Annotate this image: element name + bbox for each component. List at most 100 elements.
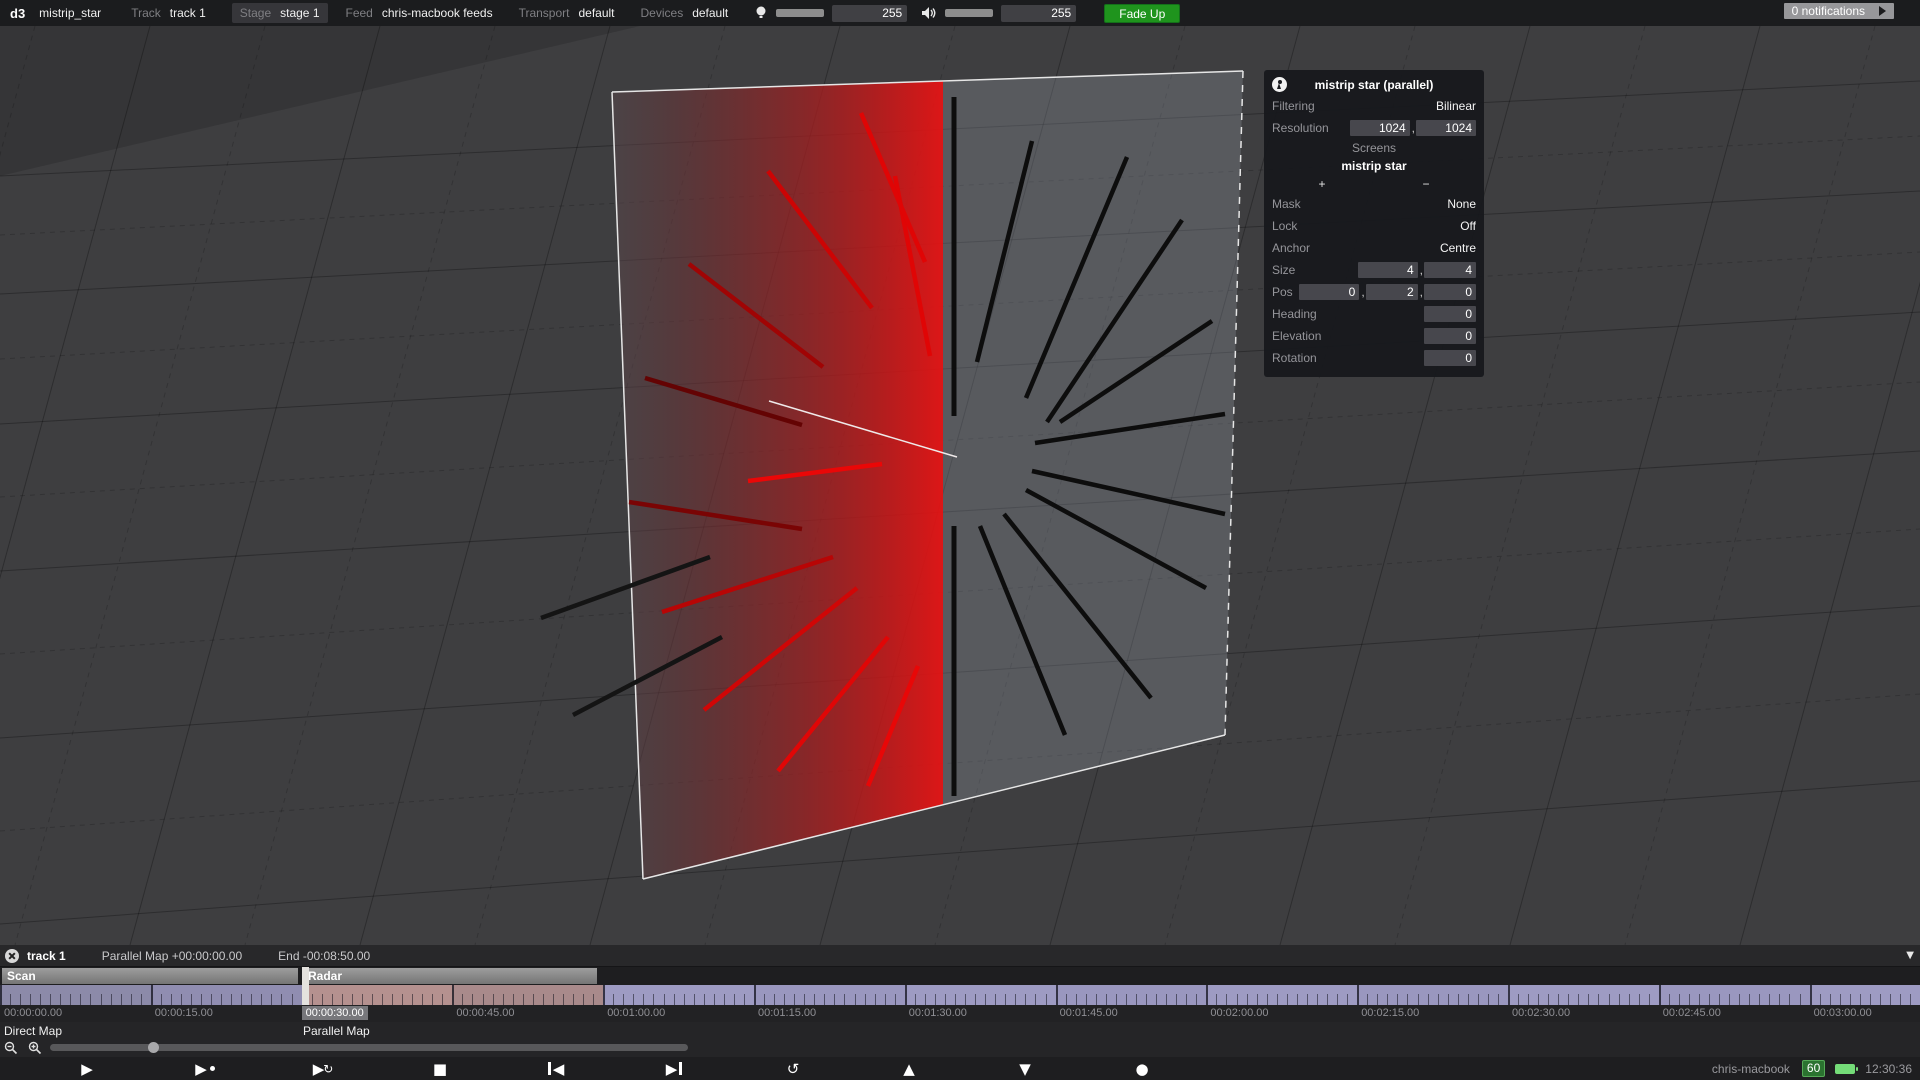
timecode-label: 00:00:15.00	[154, 1007, 213, 1019]
timeline-scrollbar[interactable]	[50, 1042, 688, 1053]
ruler-segment[interactable]	[1357, 985, 1508, 1005]
elevation-row: Elevation 0	[1270, 325, 1478, 347]
track-name[interactable]: track 1	[27, 949, 66, 963]
timecode-label: 00:02:15.00	[1361, 1007, 1420, 1019]
transport-arrow-up-button[interactable]: ▲	[892, 1057, 926, 1080]
parallel-map-layer[interactable]: Parallel Map	[303, 1024, 370, 1038]
elevation-field[interactable]: 0	[1424, 328, 1476, 344]
screen-inspector-panel: mistrip star (parallel) Filtering Biline…	[1264, 70, 1484, 377]
transport-play-button[interactable]: ▶	[70, 1057, 104, 1080]
size-y-field[interactable]: 4	[1424, 262, 1476, 278]
notifications-play-icon	[1879, 6, 1886, 16]
time-ruler[interactable]	[0, 985, 1920, 1005]
fps-badge: 60	[1801, 1060, 1826, 1077]
zoom-in-icon[interactable]	[28, 1041, 42, 1055]
menu-feed[interactable]: Feed chris-macbook feeds	[346, 6, 493, 20]
pos-row: Pos 0, 2, 0	[1270, 281, 1478, 303]
inspector-title[interactable]: mistrip star (parallel)	[1315, 78, 1434, 92]
menu-feed-value: chris-macbook feeds	[381, 6, 493, 20]
transport-record-button[interactable]: ●	[1125, 1057, 1159, 1080]
anchor-value[interactable]: Centre	[1440, 241, 1476, 255]
playhead[interactable]	[301, 967, 309, 1005]
ruler-segment[interactable]	[452, 985, 604, 1005]
timecode-label: 00:01:15.00	[758, 1007, 817, 1019]
ruler-segment[interactable]	[1508, 985, 1659, 1005]
clock: 12:30:36	[1865, 1061, 1912, 1076]
rotation-field[interactable]: 0	[1424, 350, 1476, 366]
heading-field[interactable]: 0	[1424, 306, 1476, 322]
menu-track[interactable]: Track track 1	[131, 6, 206, 20]
direct-map-layer[interactable]: Direct Map	[4, 1024, 62, 1038]
ruler-segment[interactable]	[301, 985, 453, 1005]
transport-previous-section-button[interactable]: ◀	[539, 1057, 573, 1080]
menu-devices[interactable]: Devices default	[641, 6, 729, 20]
filtering-value[interactable]: Bilinear	[1436, 99, 1476, 113]
filtering-row: Filtering Bilinear	[1270, 95, 1478, 117]
timecode-label: 00:00:30.00	[301, 1006, 368, 1020]
timecode-label: 00:03:00.00	[1813, 1007, 1872, 1019]
mask-value[interactable]: None	[1447, 197, 1476, 211]
ruler-segment[interactable]	[0, 985, 151, 1005]
d3-logo[interactable]: d3	[10, 6, 25, 21]
ruler-segment[interactable]	[150, 985, 302, 1005]
size-row: Size 4, 4	[1270, 259, 1478, 281]
resolution-row: Resolution 1024, 1024	[1270, 117, 1478, 139]
screen-name-item[interactable]: mistrip star	[1270, 157, 1478, 175]
size-x-field[interactable]: 4	[1357, 262, 1418, 278]
close-track-icon[interactable]	[5, 948, 19, 963]
transport-arrow-down-button[interactable]: ▼	[1008, 1057, 1042, 1080]
stage-viewport[interactable]	[0, 26, 1920, 945]
menu-devices-label: Devices	[640, 6, 684, 20]
remove-screen-button[interactable]: −	[1411, 175, 1441, 193]
transport-loop-play-button[interactable]: ▶ ↻	[306, 1057, 340, 1080]
ruler-segment[interactable]	[1809, 985, 1920, 1005]
menu-transport[interactable]: Transport default	[519, 6, 615, 20]
pos-x-field[interactable]: 0	[1299, 284, 1360, 300]
resolution-x-field[interactable]: 1024	[1349, 120, 1410, 136]
add-screen-button[interactable]: +	[1307, 175, 1337, 193]
ruler-segment[interactable]	[603, 985, 754, 1005]
ruler-segment[interactable]	[754, 985, 905, 1005]
pos-z-field[interactable]: 0	[1424, 284, 1476, 300]
volume-value[interactable]: 255	[1001, 4, 1077, 22]
keyhole-icon[interactable]	[1272, 77, 1287, 92]
section-scan[interactable]: Scan	[2, 968, 298, 984]
brightness-slider[interactable]	[776, 9, 825, 17]
scrollbar-handle[interactable]	[148, 1042, 159, 1053]
project-name[interactable]: mistrip_star	[39, 6, 101, 20]
ruler-segment[interactable]	[1206, 985, 1358, 1005]
rotation-label: Rotation	[1272, 351, 1317, 365]
mask-label: Mask	[1272, 197, 1301, 211]
machine-name: chris-macbook	[1711, 1061, 1790, 1076]
map-layers-row: Direct Map Parallel Map	[0, 1022, 1920, 1040]
ruler-segment[interactable]	[904, 985, 1056, 1005]
screen-red-gradient	[612, 81, 943, 879]
zoom-out-icon[interactable]	[4, 1041, 18, 1055]
transport-next-section-button[interactable]: ▶	[657, 1057, 691, 1080]
transport-play-section-button[interactable]: ▶	[188, 1057, 222, 1080]
fade-up-button[interactable]: Fade Up	[1104, 3, 1181, 23]
lock-value[interactable]: Off	[1460, 219, 1476, 233]
track-collapse-icon[interactable]: ▼	[1906, 950, 1914, 961]
heading-row: Heading 0	[1270, 303, 1478, 325]
resolution-y-field[interactable]: 1024	[1416, 120, 1476, 136]
section-radar[interactable]: Radar	[303, 968, 597, 984]
pos-y-field[interactable]: 2	[1365, 284, 1418, 300]
rotation-row: Rotation 0	[1270, 347, 1478, 369]
heading-label: Heading	[1272, 307, 1317, 321]
ruler-segment[interactable]	[1658, 985, 1810, 1005]
timecode-label: 00:01:30.00	[908, 1007, 967, 1019]
notifications-button[interactable]: 0 notifications	[1783, 3, 1894, 19]
menu-stage[interactable]: Stage stage 1	[231, 3, 328, 23]
timeline-zoom-row	[0, 1040, 1920, 1056]
timeline-area: track 1 Parallel Map +00:00:00.00 End -0…	[0, 945, 1920, 1080]
elevation-label: Elevation	[1272, 329, 1322, 343]
screens-header: Screens	[1351, 141, 1397, 155]
transport-stop-button[interactable]: ■	[423, 1057, 457, 1080]
brightness-value[interactable]: 255	[832, 4, 908, 22]
ruler-segment[interactable]	[1055, 985, 1207, 1005]
d3-application-window: d3 mistrip_star Track track 1 Stage stag…	[0, 0, 1920, 1080]
menu-transport-label: Transport	[518, 6, 570, 20]
transport-return-to-start-button[interactable]: ↺	[776, 1057, 810, 1080]
volume-slider[interactable]	[945, 9, 994, 17]
